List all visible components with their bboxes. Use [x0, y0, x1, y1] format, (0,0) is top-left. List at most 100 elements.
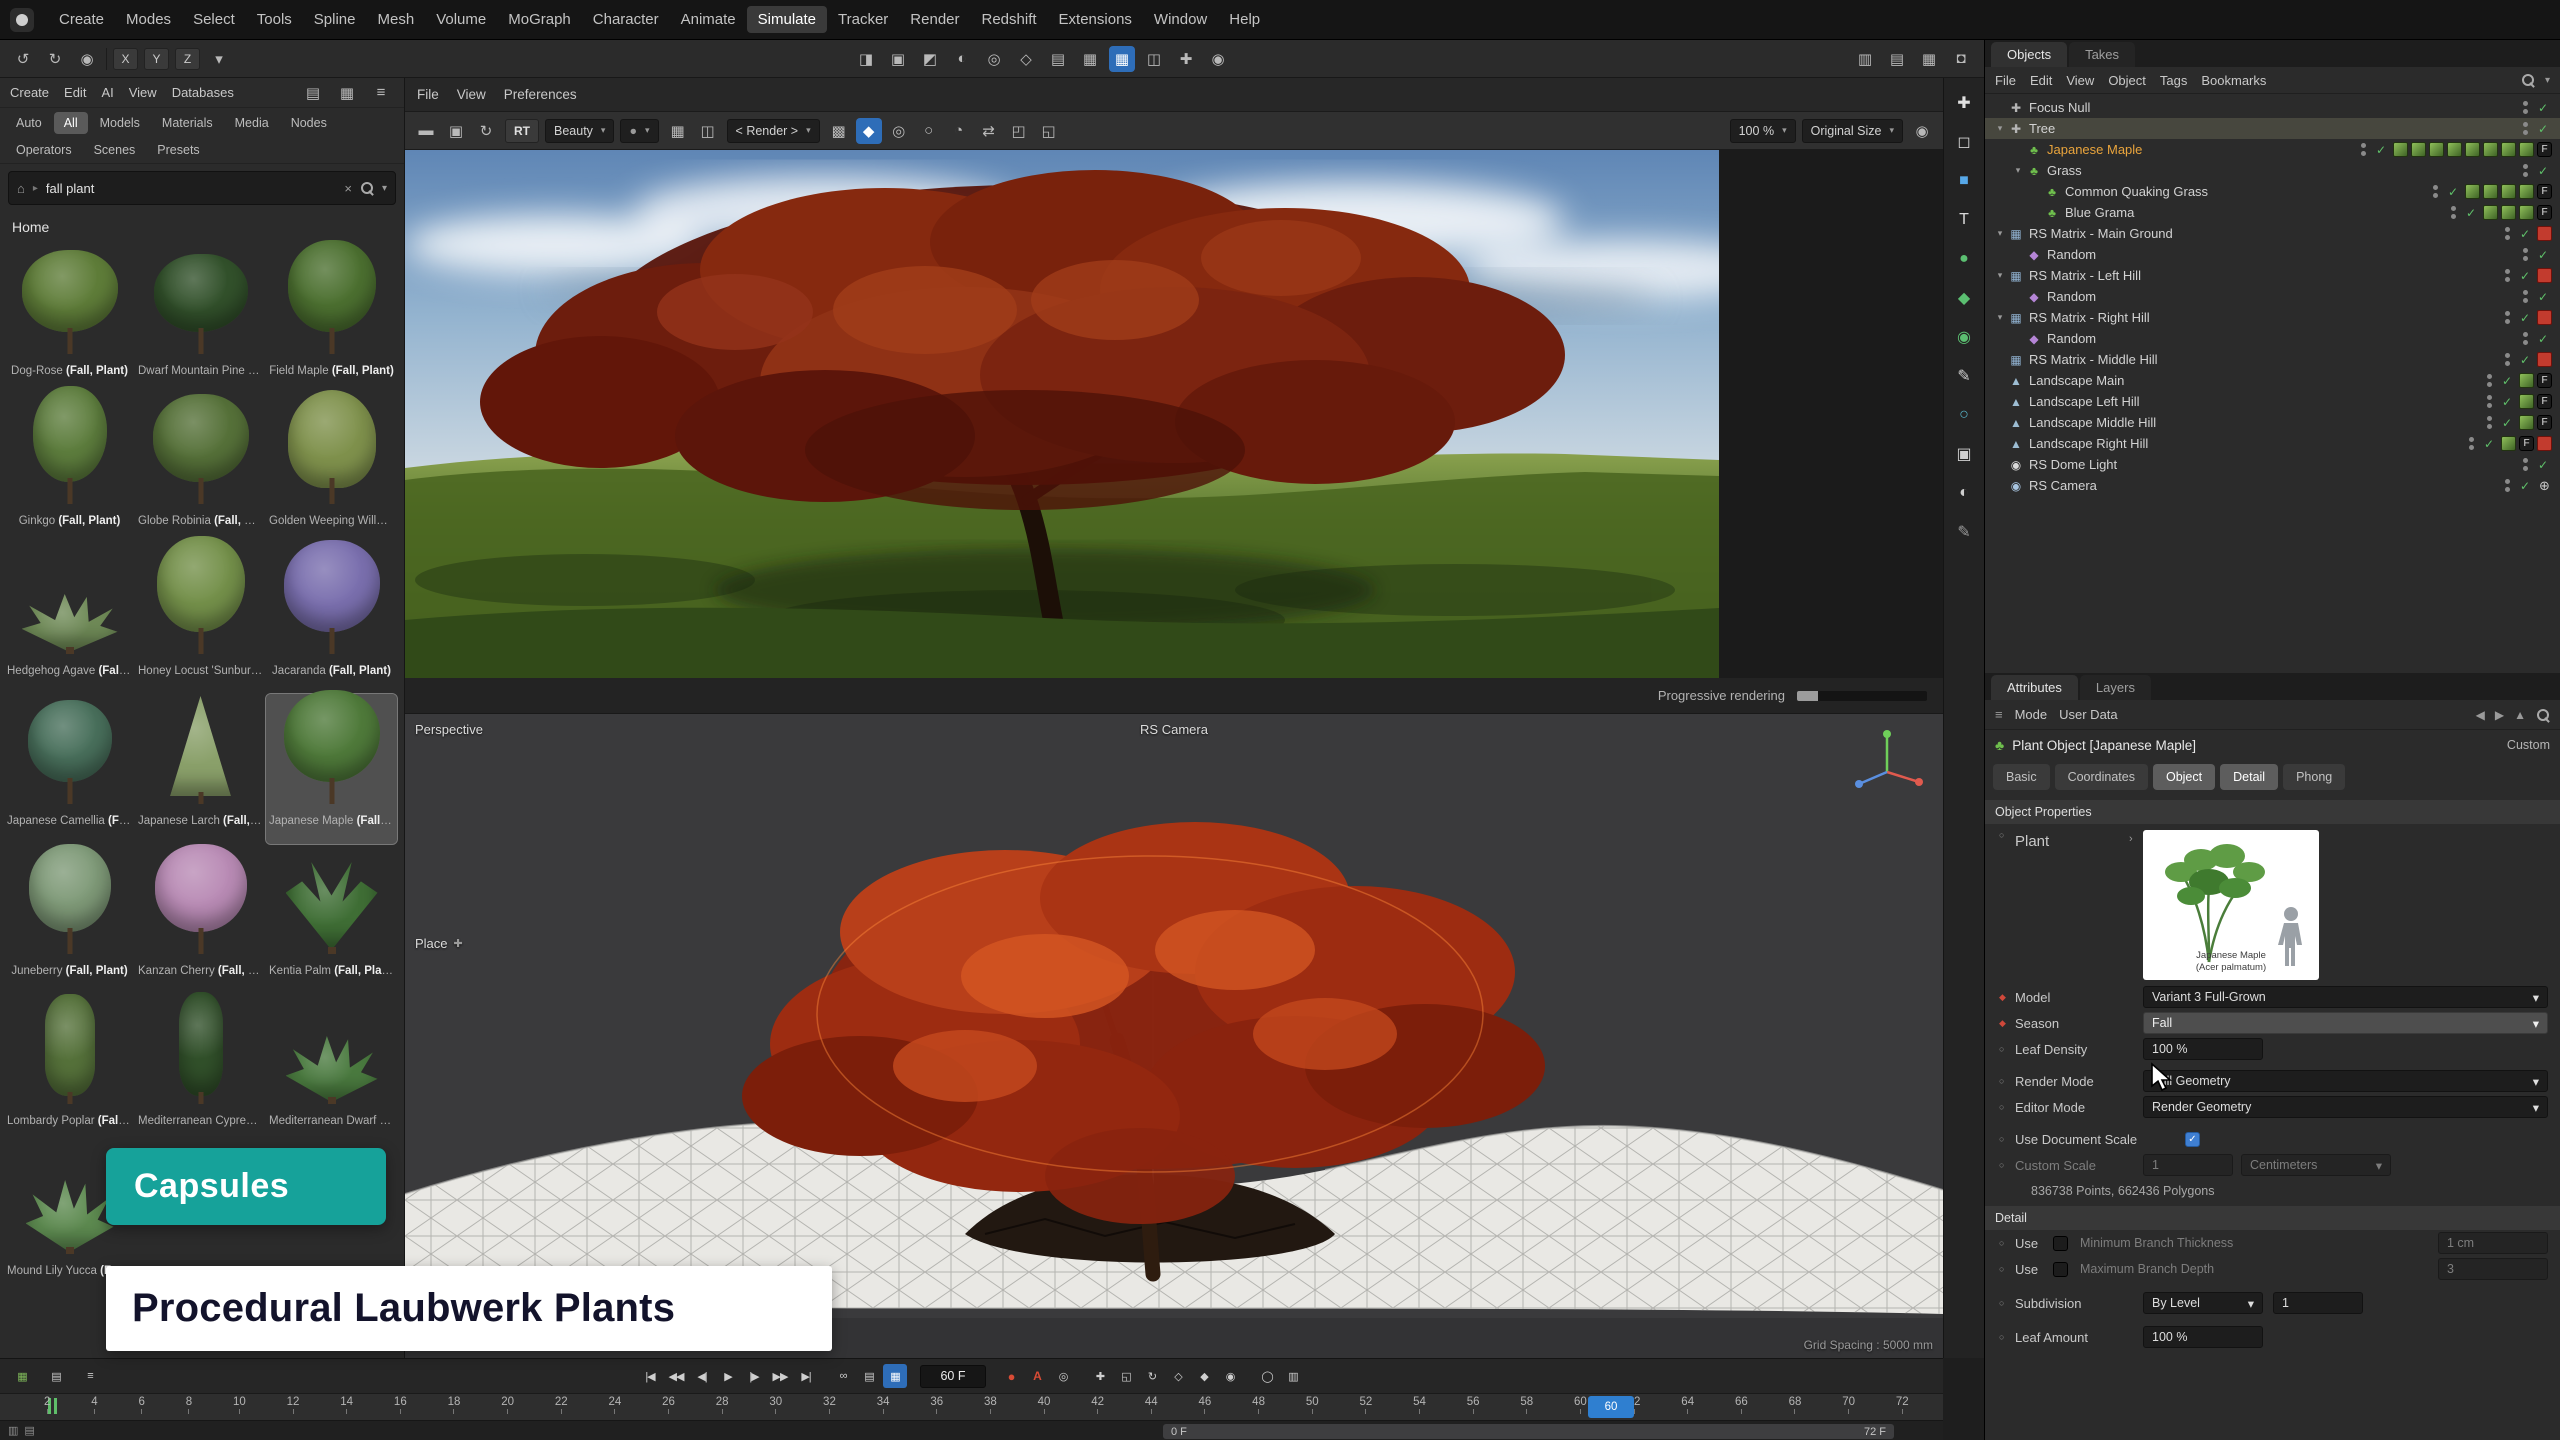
object-row-random[interactable]: ◆Random✓ — [1985, 286, 2560, 307]
visibility-dots-icon[interactable] — [2523, 290, 2528, 303]
visibility-dots-icon[interactable] — [2505, 353, 2510, 366]
gear-tool-icon[interactable]: ◉ — [1951, 324, 1977, 350]
asset-plant-mediterranean-dwarf[interactable]: Mediterranean Dwarf (Fall, Plant) — [266, 994, 397, 1144]
move-tool-icon[interactable]: ✚ — [1951, 90, 1977, 116]
object-row-common-quaking-grass[interactable]: ♣Common Quaking Grass✓F — [1985, 181, 2560, 202]
menu-item-mograph[interactable]: MoGraph — [497, 6, 582, 33]
axis-lock-z[interactable]: Z — [175, 48, 200, 70]
timeline-menu-icon[interactable]: ≡ — [78, 1364, 102, 1388]
menu-item-mesh[interactable]: Mesh — [367, 6, 426, 33]
expand-caret-icon[interactable]: ▾ — [1993, 228, 2007, 239]
enabled-check-icon[interactable]: ✓ — [2502, 374, 2512, 388]
viewport-menu-preferences[interactable]: Preferences — [504, 87, 577, 102]
material-tag-icon[interactable] — [2519, 415, 2534, 430]
channel-dropdown[interactable]: ●▾ — [620, 119, 658, 143]
field-tag-icon[interactable]: F — [2537, 373, 2552, 388]
home-icon[interactable]: ⌂ — [17, 181, 25, 196]
attr-section-tab-phong[interactable]: Phong — [2283, 764, 2345, 790]
text-tool-icon[interactable]: T — [1951, 207, 1977, 233]
enabled-check-icon[interactable]: ✓ — [2538, 122, 2548, 136]
refresh-render-icon[interactable]: ↻ — [473, 118, 499, 144]
material-tag-icon[interactable] — [2393, 142, 2408, 157]
asset-filter-nodes[interactable]: Nodes — [281, 112, 337, 134]
menu-item-tracker[interactable]: Tracker — [827, 6, 899, 33]
custom-dropdown[interactable]: Custom — [2507, 738, 2550, 752]
asset-menu-edit[interactable]: Edit — [64, 85, 86, 100]
anim-dot-icon[interactable]: ○ — [1999, 1332, 2015, 1342]
sphere-tool-icon[interactable]: ● — [1951, 246, 1977, 272]
axis-lock-x[interactable]: X — [113, 48, 138, 70]
field-tag-icon[interactable]: F — [2537, 184, 2552, 199]
kf-pla-icon[interactable]: ◆ — [1192, 1364, 1216, 1388]
object-row-landscape-main[interactable]: ▲Landscape Main✓F — [1985, 370, 2560, 391]
axis-modify-icon[interactable]: ✚ — [1173, 46, 1199, 72]
material-tag-icon[interactable] — [2483, 184, 2498, 199]
asset-plant-ginkgo[interactable]: Ginkgo (Fall, Plant) — [4, 394, 135, 544]
asset-plant-globe-robinia[interactable]: Globe Robinia (Fall, Plant) — [135, 394, 266, 544]
asset-plant-golden-weeping-willow[interactable]: Golden Weeping Willow (Fall, Plant) — [266, 394, 397, 544]
menu-item-redshift[interactable]: Redshift — [971, 6, 1048, 33]
visibility-dots-icon[interactable] — [2505, 269, 2510, 282]
picture-in-picture-icon[interactable]: ◰ — [1006, 118, 1032, 144]
kf-position-icon[interactable]: ✚ — [1088, 1364, 1112, 1388]
tab-objects[interactable]: Objects — [1991, 42, 2067, 67]
axis-gizmo-icon[interactable] — [1845, 720, 1929, 804]
visibility-dots-icon[interactable] — [2523, 248, 2528, 261]
render-view[interactable] — [405, 150, 1943, 678]
live-selection-icon[interactable]: ◉ — [74, 46, 100, 72]
object-menu-file[interactable]: File — [1995, 73, 2016, 88]
material-tag-icon[interactable] — [2465, 142, 2480, 157]
render-view-settings-icon[interactable]: ◉ — [1909, 118, 1935, 144]
use-max-branch-checkbox[interactable] — [2053, 1262, 2068, 1277]
visibility-dots-icon[interactable] — [2523, 458, 2528, 471]
redo-icon[interactable]: ↻ — [42, 46, 68, 72]
attribute-search-icon[interactable] — [2536, 708, 2550, 722]
list-view-icon[interactable]: ▦ — [334, 80, 360, 106]
visibility-dots-icon[interactable] — [2505, 479, 2510, 492]
enabled-check-icon[interactable]: ✓ — [2520, 269, 2530, 283]
viewport-menu-view[interactable]: View — [457, 87, 486, 102]
visibility-dots-icon[interactable] — [2523, 101, 2528, 114]
asset-filter-presets[interactable]: Presets — [147, 139, 209, 161]
object-row-landscape-left-hill[interactable]: ▲Landscape Left Hill✓F — [1985, 391, 2560, 412]
asset-plant-dwarf-mountain-pine[interactable]: Dwarf Mountain Pine (Fall, Plant) — [135, 244, 266, 394]
sound-toggle-icon[interactable]: ◉ — [1218, 1364, 1242, 1388]
layout-model-icon[interactable]: ▦ — [1916, 46, 1942, 72]
app-logo-icon[interactable] — [10, 8, 34, 32]
layer-toggle-icon[interactable]: ▤ — [44, 1364, 68, 1388]
place-tool-label[interactable]: Place✚ — [415, 936, 463, 951]
goto-end-icon[interactable]: ▶| — [794, 1364, 818, 1388]
hud-toggle-icon[interactable]: ▦ — [883, 1364, 907, 1388]
material-tag-icon[interactable] — [2519, 184, 2534, 199]
enabled-check-icon[interactable]: ✓ — [2538, 101, 2548, 115]
viewport-menu-file[interactable]: File — [417, 87, 439, 102]
asset-plant-dog-rose[interactable]: Dog-Rose (Fall, Plant) — [4, 244, 135, 394]
use-min-branch-checkbox[interactable] — [2053, 1236, 2068, 1251]
keyframe-dot-icon[interactable]: ◆ — [1999, 1018, 2015, 1029]
mirror-icon[interactable]: ◫ — [1141, 46, 1167, 72]
swap-views-icon[interactable]: ⇄ — [976, 118, 1002, 144]
pose-library-icon[interactable]: ▦ — [10, 1364, 34, 1388]
menu-item-animate[interactable]: Animate — [670, 6, 747, 33]
visibility-dots-icon[interactable] — [2505, 311, 2510, 324]
expand-caret-icon[interactable]: ▾ — [2011, 165, 2025, 176]
material-tag-icon[interactable] — [2411, 142, 2426, 157]
anim-dot-icon[interactable]: ○ — [1999, 1238, 2015, 1248]
object-menu-edit[interactable]: Edit — [2030, 73, 2052, 88]
user-data-dropdown[interactable]: User Data — [2059, 707, 2118, 722]
render-region-icon[interactable]: ▣ — [443, 118, 469, 144]
coordinate-system-dropdown-icon[interactable]: ▾ — [206, 46, 232, 72]
menu-item-window[interactable]: Window — [1143, 6, 1218, 33]
rt-button[interactable]: RT — [505, 119, 539, 143]
magic-solo-icon[interactable]: ◎ — [981, 46, 1007, 72]
menu-item-help[interactable]: Help — [1218, 6, 1271, 33]
model-cube-icon[interactable]: ■ — [1951, 168, 1977, 194]
anim-dot-icon[interactable]: ○ — [1999, 1134, 2015, 1144]
model-dropdown[interactable]: Variant 3 Full-Grown▾ — [2143, 986, 2548, 1008]
field-tag-icon[interactable]: F — [2537, 142, 2552, 157]
enabled-check-icon[interactable]: ✓ — [2484, 437, 2494, 451]
history-back-icon[interactable]: ◀ — [2476, 708, 2485, 722]
asset-plant-japanese-larch[interactable]: Japanese Larch (Fall, Plant) — [135, 694, 266, 844]
enabled-check-icon[interactable]: ✓ — [2448, 185, 2458, 199]
menu-item-character[interactable]: Character — [582, 6, 670, 33]
